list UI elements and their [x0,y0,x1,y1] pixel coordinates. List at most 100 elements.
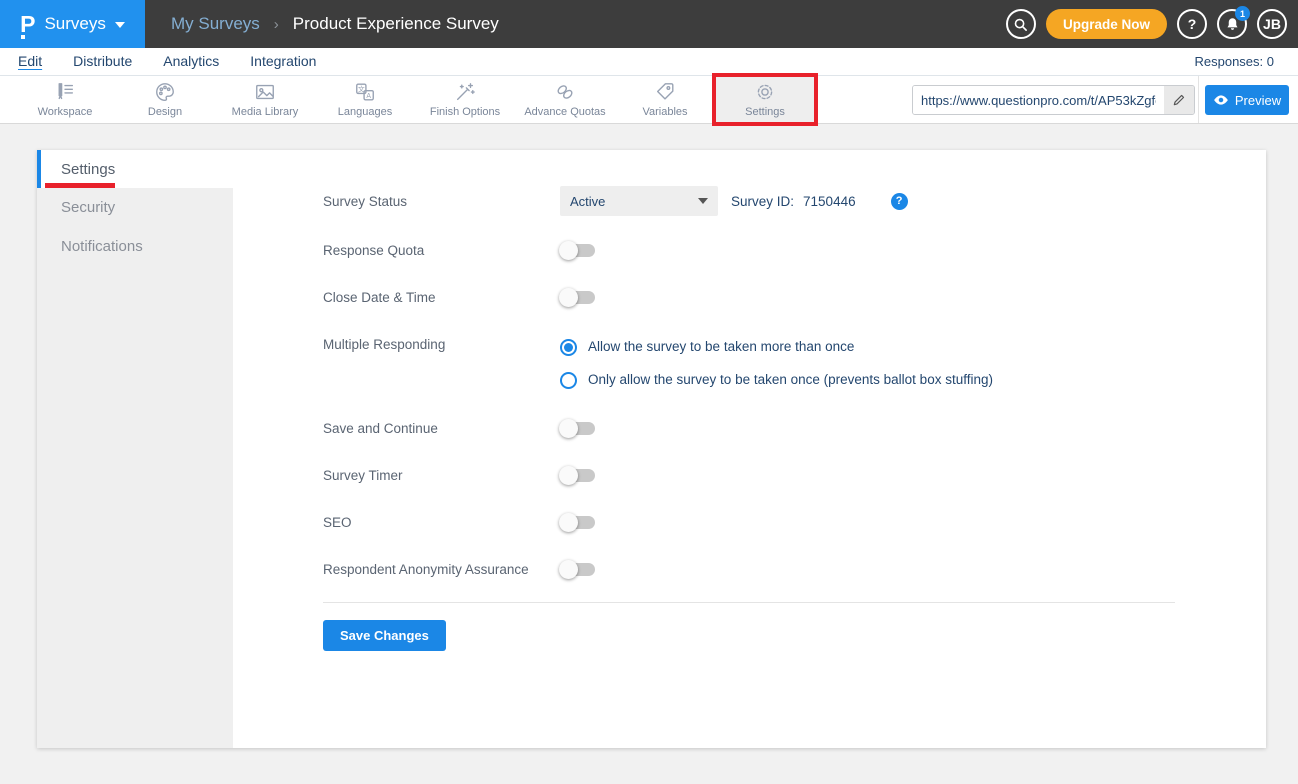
toggle-knob [559,466,578,485]
chevron-down-icon [698,198,708,204]
survey-timer-toggle[interactable] [560,469,595,482]
toolbar-item-settings[interactable]: Settings [715,76,815,123]
sidebar-item-notifications[interactable]: Notifications [37,227,233,266]
sidebar-item-security[interactable]: Security [37,188,233,227]
search-icon [1013,17,1028,32]
notification-badge: 1 [1235,6,1250,21]
edit-url-button[interactable] [1164,86,1194,114]
avatar-initials: JB [1263,16,1281,32]
response-quota-label: Response Quota [323,243,560,258]
toolbar-item-languages[interactable]: 文A Languages [315,76,415,123]
survey-status-value: Active [570,194,605,209]
eye-icon [1213,92,1229,108]
settings-icon [754,81,776,103]
top-bar: P Surveys My Surveys › Product Experienc… [0,0,1298,48]
toggle-knob [559,241,578,260]
toggle-knob [559,560,578,579]
toolbar-item-design[interactable]: Design [115,76,215,123]
radio-option-label: Allow the survey to be taken more than o… [588,337,854,357]
radio-option-label: Only allow the survey to be taken once (… [588,370,993,390]
save-changes-button[interactable]: Save Changes [323,620,446,651]
anonymity-label: Respondent Anonymity Assurance [323,562,560,577]
close-date-row: Close Date & Time [323,290,1175,305]
response-quota-row: Response Quota [323,243,1175,258]
variables-icon [654,81,676,103]
toolbar-divider [1198,76,1199,123]
questionpro-logo-icon: P [20,13,35,36]
survey-id-help-icon[interactable]: ? [891,193,908,210]
tab-analytics[interactable]: Analytics [163,53,219,71]
multiple-responding-options: Allow the survey to be taken more than o… [560,337,993,390]
toolbar-item-label: Advance Quotas [524,106,605,118]
toggle-knob [559,288,578,307]
product-switcher[interactable]: P Surveys [0,0,145,48]
product-label: Surveys [44,14,105,34]
question-mark-icon: ? [1188,16,1197,32]
save-and-continue-label: Save and Continue [323,421,560,436]
breadcrumb-survey-title: Product Experience Survey [293,14,499,34]
help-button[interactable]: ? [1177,9,1207,39]
close-date-toggle[interactable] [560,291,595,304]
svg-text:A: A [366,93,371,100]
response-quota-toggle[interactable] [560,244,595,257]
multiple-responding-label: Multiple Responding [323,337,560,352]
seo-toggle[interactable] [560,516,595,529]
pencil-icon [1172,93,1186,107]
anonymity-row: Respondent Anonymity Assurance [323,562,1175,577]
radio-checked-icon [560,339,577,356]
radio-only-once[interactable]: Only allow the survey to be taken once (… [560,370,993,390]
survey-id-value: 7150446 [803,194,856,209]
save-and-continue-toggle[interactable] [560,422,595,435]
sidebar-item-settings[interactable]: Settings [37,150,233,188]
advance-quotas-icon [554,81,576,103]
survey-timer-row: Survey Timer [323,468,1175,483]
workspace-icon [54,81,76,103]
survey-status-label: Survey Status [323,194,560,209]
toolbar-item-label: Settings [745,106,785,118]
breadcrumb-separator: › [274,16,279,33]
multiple-responding-row: Multiple Responding Allow the survey to … [323,337,1175,390]
breadcrumb-my-surveys[interactable]: My Surveys [171,14,260,34]
languages-icon: 文A [354,81,376,103]
toggle-knob [559,419,578,438]
survey-id-label: Survey ID: [731,194,794,209]
toolbar-item-finish-options[interactable]: Finish Options [415,76,515,123]
user-avatar[interactable]: JB [1257,9,1287,39]
survey-url-box [912,85,1195,115]
toolbar-item-label: Workspace [38,106,93,118]
notifications-button[interactable]: 1 [1217,9,1247,39]
preview-label: Preview [1235,93,1281,108]
radio-allow-multiple[interactable]: Allow the survey to be taken more than o… [560,337,993,357]
breadcrumb: My Surveys › Product Experience Survey [171,14,499,34]
sidebar-item-label: Security [61,199,115,216]
search-button[interactable] [1006,9,1036,39]
upgrade-now-button[interactable]: Upgrade Now [1046,9,1167,39]
toolbar-item-label: Design [148,106,182,118]
survey-nav: Edit Distribute Analytics Integration Re… [0,48,1298,76]
toolbar-item-label: Variables [642,106,687,118]
survey-timer-label: Survey Timer [323,468,560,483]
responses-count: Responses: 0 [1195,54,1275,69]
toolbar-item-workspace[interactable]: Workspace [15,76,115,123]
chevron-down-icon [115,22,125,28]
settings-panel: Settings Security Notifications Survey S… [37,150,1266,748]
preview-button[interactable]: Preview [1205,85,1289,115]
toolbar-item-variables[interactable]: Variables [615,76,715,123]
toolbar-item-advance-quotas[interactable]: Advance Quotas [515,76,615,123]
tab-distribute[interactable]: Distribute [73,53,132,71]
toolbar-item-label: Media Library [232,106,299,118]
tab-integration[interactable]: Integration [250,53,316,71]
seo-label: SEO [323,515,560,530]
survey-status-dropdown[interactable]: Active [560,186,718,216]
topbar-actions: Upgrade Now ? 1 JB [1006,9,1287,39]
anonymity-toggle[interactable] [560,563,595,576]
survey-url-input[interactable] [913,86,1164,114]
sidebar-item-label: Notifications [61,238,143,255]
toggle-knob [559,513,578,532]
toolbar-item-media-library[interactable]: Media Library [215,76,315,123]
toolbar-item-label: Languages [338,106,392,118]
tab-edit[interactable]: Edit [18,53,42,71]
toolbar-item-label: Finish Options [430,106,500,118]
save-and-continue-row: Save and Continue [323,421,1175,436]
sidebar-rest: Security Notifications [37,188,233,748]
